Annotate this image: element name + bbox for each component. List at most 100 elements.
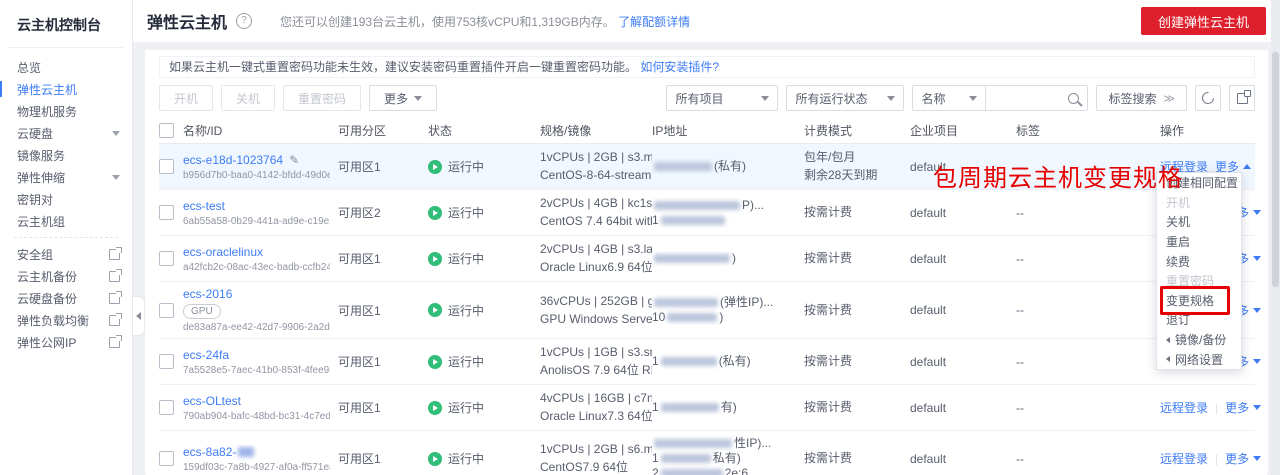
server-name-link[interactable]: ecs-2016 — [183, 287, 232, 301]
toolbar: 开机 关机 重置密码 更多 所有项目 所有运行状态 名称 — [159, 85, 1255, 111]
menu-item-开机[interactable]: 开机 — [1157, 193, 1241, 213]
project-filter-select[interactable]: 所有项目 — [666, 85, 778, 111]
sidebar-item-7[interactable]: 密钥对 — [0, 188, 132, 210]
remote-login-link[interactable]: 远程登录 — [1160, 450, 1208, 467]
server-name-link[interactable]: ecs-OLtest — [183, 394, 241, 408]
status-cell: 运行中 — [428, 158, 540, 175]
ip-line: (私有) — [652, 159, 796, 174]
row-checkbox-cell — [159, 251, 183, 266]
sidebar-item-8[interactable]: 云主机组 — [0, 210, 132, 232]
scrollbar-thumb[interactable] — [1272, 52, 1279, 287]
row-checkbox[interactable] — [159, 205, 174, 220]
status-filter-select[interactable]: 所有运行状态 — [786, 85, 904, 111]
enterprise-project-cell: default — [910, 355, 1016, 369]
ip-text: 2e:6... — [725, 466, 758, 475]
edit-name-icon[interactable]: ✎ — [289, 153, 299, 167]
plugin-help-link[interactable]: 如何安装插件? — [640, 60, 719, 74]
select-all-checkbox[interactable] — [159, 123, 174, 138]
redacted-ip — [661, 454, 711, 463]
row-checkbox[interactable] — [159, 303, 174, 318]
server-name-link[interactable]: ecs-oraclelinux — [183, 245, 263, 259]
stop-button[interactable]: 关机 — [221, 85, 275, 111]
tag-cell: -- — [1016, 355, 1128, 369]
column-header: 规格/镜像 — [540, 122, 652, 139]
quota-detail-link[interactable]: 了解配额详情 — [618, 15, 690, 29]
status-running-icon — [428, 160, 442, 174]
remote-login-link[interactable]: 远程登录 — [1160, 399, 1208, 416]
double-chevron-icon: ≫ — [1163, 92, 1175, 105]
ip-cell: 性IP)...1 私有)22e:6... — [652, 436, 804, 475]
search-input[interactable] — [994, 90, 1068, 106]
row-checkbox-cell — [159, 451, 183, 466]
server-name-line: ecs-OLtest — [183, 394, 330, 408]
server-name-line: ecs-oraclelinux — [183, 245, 330, 259]
billing-cell: 包年/包月剩余28天到期 — [804, 150, 910, 183]
menu-item-续费[interactable]: 续费 — [1157, 251, 1241, 271]
server-name-link[interactable]: ecs-8a82- — [183, 445, 236, 459]
billing-line: 包年/包月 — [804, 150, 902, 165]
sidebar-item-12[interactable]: 弹性负载均衡 — [0, 309, 132, 331]
sidebar-item-11[interactable]: 云硬盘备份 — [0, 287, 132, 309]
toolbar-more-button[interactable]: 更多 — [369, 85, 437, 111]
sidebar-item-5[interactable]: 镜像服务 — [0, 144, 132, 166]
tag-search-button[interactable]: 标签搜索 ≫ — [1096, 85, 1187, 111]
name-id-cell: ecs-24fa7a5528e5-7aec-41b0-853f-4fee9424… — [183, 348, 338, 376]
sidebar-item-1[interactable]: 总览 — [0, 56, 132, 78]
more-label: 更多 — [1225, 450, 1249, 467]
spec-image-cell: 4vCPUs | 16GB | c7n...Oracle Linux7.3 64… — [540, 391, 652, 424]
ip-line: 1 — [652, 213, 796, 228]
chevron-down-icon — [112, 175, 120, 180]
tag-search-label: 标签搜索 — [1108, 90, 1156, 107]
menu-item-关机[interactable]: 关机 — [1157, 212, 1241, 232]
ip-text: 性IP)... — [734, 436, 771, 451]
sidebar-item-4[interactable]: 云硬盘 — [0, 122, 132, 144]
table-header: 名称/ID可用分区状态规格/镜像IP地址计费模式企业项目标签操作 — [159, 117, 1255, 144]
search-field-select[interactable]: 名称 — [912, 85, 986, 111]
sidebar-item-2[interactable]: 弹性云主机 — [0, 78, 132, 100]
ops-separator: | — [1215, 452, 1218, 466]
search-icon[interactable] — [1068, 93, 1079, 104]
start-button[interactable]: 开机 — [159, 85, 213, 111]
status-cell: 运行中 — [428, 450, 540, 467]
ip-cell: 1有) — [652, 400, 804, 415]
ip-line: 1有) — [652, 400, 796, 415]
sidebar-collapse-handle[interactable] — [133, 296, 145, 336]
redacted-ip — [661, 216, 725, 225]
row-checkbox[interactable] — [159, 159, 174, 174]
row-checkbox[interactable] — [159, 354, 174, 369]
row-more-link[interactable]: 更多 — [1225, 450, 1261, 467]
ip-cell: ) — [652, 251, 804, 266]
row-checkbox[interactable] — [159, 451, 174, 466]
help-icon[interactable]: ? — [236, 13, 252, 29]
ip-text: 1 — [652, 400, 659, 415]
server-name-line: ecs-2016 — [183, 287, 330, 301]
reset-password-button[interactable]: 重置密码 — [283, 85, 361, 111]
submenu-arrow-icon — [1166, 356, 1170, 362]
column-header: 操作 — [1128, 122, 1255, 139]
export-button[interactable] — [1229, 85, 1255, 111]
server-name-link[interactable]: ecs-test — [183, 199, 225, 213]
sidebar-item-13[interactable]: 弹性公网IP — [0, 331, 132, 353]
sidebar-item-3[interactable]: 物理机服务 — [0, 100, 132, 122]
menu-item-网络设置[interactable]: 网络设置 — [1157, 349, 1241, 369]
status-running-icon — [428, 252, 442, 266]
billing-line: 按需计费 — [804, 400, 902, 415]
create-ecs-button[interactable]: 创建弹性云主机 — [1141, 7, 1266, 35]
server-name-link[interactable]: ecs-24fa — [183, 348, 229, 362]
refresh-button[interactable] — [1195, 85, 1221, 111]
sidebar-item-9[interactable]: 安全组 — [0, 243, 132, 265]
sidebar-item-6[interactable]: 弹性伸缩 — [0, 166, 132, 188]
sidebar-item-label: 物理机服务 — [17, 103, 77, 120]
sidebar-item-10[interactable]: 云主机备份 — [0, 265, 132, 287]
row-more-link[interactable]: 更多 — [1225, 399, 1261, 416]
billing-line: 按需计费 — [804, 251, 902, 266]
menu-item-label: 续费 — [1166, 253, 1190, 270]
chevron-down-icon — [1253, 210, 1261, 215]
menu-item-重启[interactable]: 重启 — [1157, 232, 1241, 252]
menu-item-镜像/备份[interactable]: 镜像/备份 — [1157, 330, 1241, 350]
column-header: IP地址 — [652, 122, 804, 139]
server-name-link[interactable]: ecs-e18d-1023764 — [183, 153, 283, 167]
console-title: 云主机控制台 — [0, 0, 132, 47]
row-checkbox[interactable] — [159, 400, 174, 415]
row-checkbox[interactable] — [159, 251, 174, 266]
